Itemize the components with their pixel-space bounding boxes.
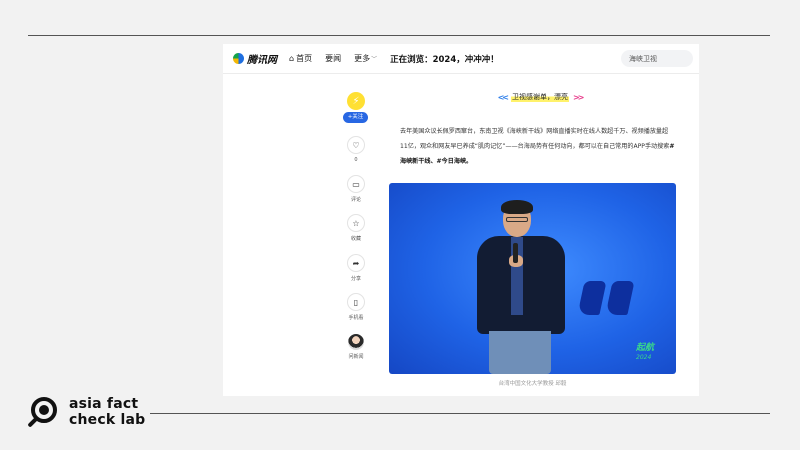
share-icon: ➦ bbox=[347, 254, 365, 272]
magnifier-icon bbox=[27, 397, 60, 429]
chevron-down-icon: ﹀ bbox=[371, 56, 378, 63]
photo-caption: 台湾中国文化大学教授 邱毅 bbox=[498, 381, 567, 387]
phone-icon: ▯ bbox=[347, 293, 365, 311]
brand-name-line2: check lab bbox=[69, 412, 146, 428]
logo-icon bbox=[233, 53, 244, 64]
site-logo[interactable]: 腾讯网 bbox=[233, 51, 277, 66]
brand-logo: asia fact check lab bbox=[27, 396, 158, 434]
slide-frame: 腾讯网 ⌂ 首页 要闻 更多﹀ 正在浏览：2024，冲冲冲！ 海峡卫视 ⚡ +关注… bbox=[0, 0, 800, 450]
microphone bbox=[513, 243, 518, 263]
author-avatar[interactable]: ⚡ bbox=[347, 92, 365, 110]
comment-icon: ▭ bbox=[347, 175, 365, 193]
nav-more[interactable]: 更多﹀ bbox=[354, 53, 377, 64]
comment-button[interactable]: ▭ 评论 bbox=[346, 175, 366, 203]
article-photo: 起航 2024 bbox=[389, 183, 676, 374]
favorite-button[interactable]: ☆ 收藏 bbox=[346, 214, 366, 242]
browsing-headline: 正在浏览：2024，冲冲冲！ bbox=[390, 54, 499, 65]
home-icon: ⌂ bbox=[289, 54, 295, 63]
heart-icon: ♡ bbox=[347, 136, 365, 154]
share-button[interactable]: ➦ 分享 bbox=[346, 254, 366, 282]
webpage-screenshot: 腾讯网 ⌂ 首页 要闻 更多﹀ 正在浏览：2024，冲冲冲！ 海峡卫视 ⚡ +关注… bbox=[223, 44, 699, 396]
stage-logo: 起航 2024 bbox=[636, 343, 655, 361]
like-button[interactable]: ♡ 0 bbox=[346, 136, 366, 163]
speaker-figure bbox=[471, 200, 571, 374]
avatar bbox=[348, 334, 364, 350]
top-nav: 腾讯网 ⌂ 首页 要闻 更多﹀ 正在浏览：2024，冲冲冲！ 海峡卫视 bbox=[223, 44, 699, 74]
right-chevron-decoration: >> bbox=[573, 92, 584, 102]
divider-bottom bbox=[150, 413, 770, 414]
brand-name-line1: asia fact bbox=[69, 396, 139, 412]
article-paragraph: 去年美国众议长佩罗西窜台，东南卫视《海峡新干线》网络直播实时在线人数超千万、视频… bbox=[400, 128, 675, 165]
search-input[interactable]: 海峡卫视 bbox=[621, 50, 693, 67]
follow-button[interactable]: +关注 bbox=[343, 112, 368, 123]
nav-home[interactable]: ⌂ 首页 bbox=[289, 53, 312, 64]
ask-news-button[interactable]: 问新闻 bbox=[346, 334, 366, 360]
left-chevron-decoration: << bbox=[497, 92, 509, 102]
mobile-view-button[interactable]: ▯ 手机看 bbox=[346, 293, 366, 321]
divider-top bbox=[28, 35, 770, 36]
nav-news[interactable]: 要闻 bbox=[325, 53, 341, 64]
star-icon: ☆ bbox=[347, 214, 365, 232]
quote-mark-graphic bbox=[575, 281, 639, 327]
decorated-heading: << 卫视感谢单，漂亮 >> bbox=[497, 92, 584, 102]
